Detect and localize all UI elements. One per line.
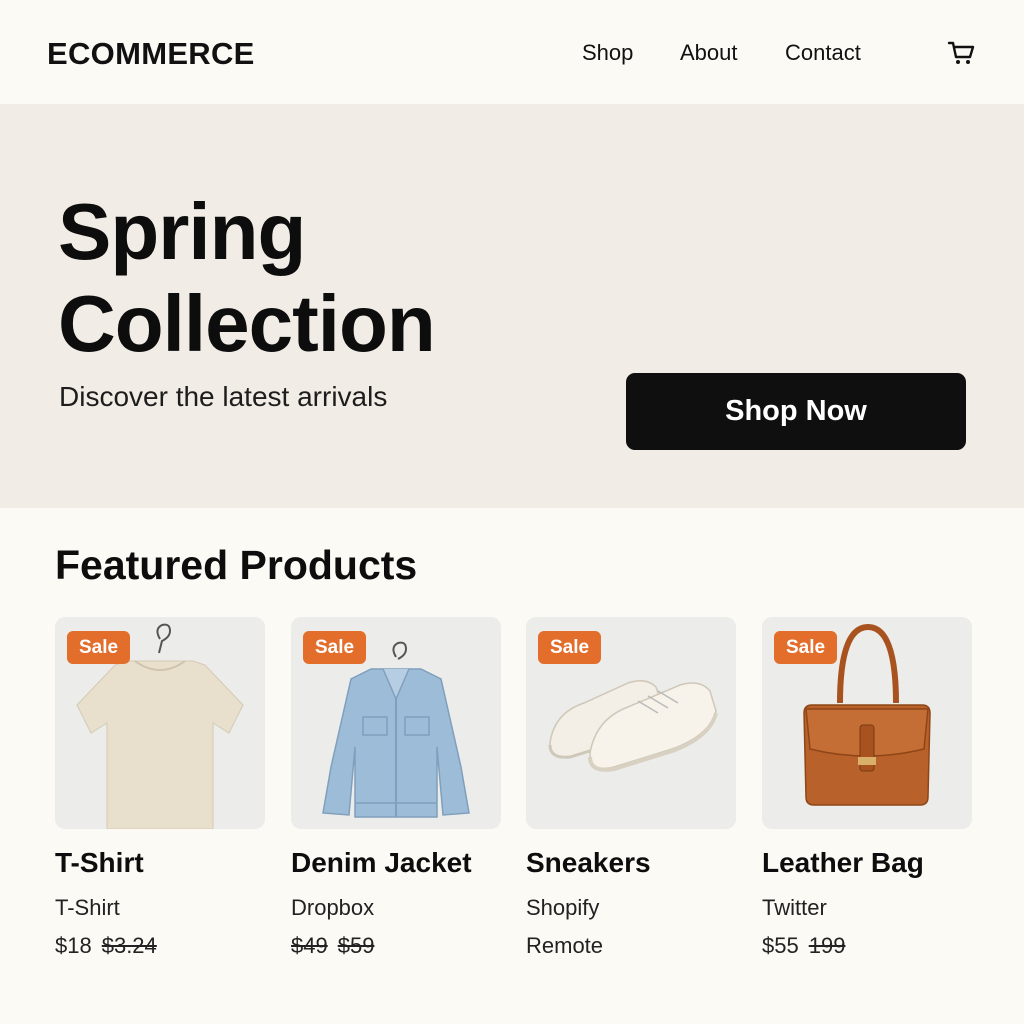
product-extra-text: Remote [526, 933, 604, 958]
product-price: $49 [291, 933, 328, 958]
sale-badge: Sale [774, 631, 838, 664]
product-name[interactable]: T-Shirt [55, 847, 144, 879]
product-price-row: $49 $59 [291, 933, 374, 959]
sale-badge: Sale [67, 631, 131, 664]
product-price: $18 [55, 933, 92, 958]
shopping-cart-icon[interactable] [947, 38, 977, 68]
t-shirt-image[interactable]: Sale [55, 617, 265, 829]
product-price-row: $18 $3.24 [55, 933, 157, 959]
hero-title: Spring Collection [58, 186, 436, 370]
product-card-leather-bag[interactable]: Sale Leather Bag Twitter $55 199 [762, 617, 972, 958]
shop-now-button[interactable]: Shop Now [626, 373, 966, 450]
featured-products-title: Featured Products [55, 542, 418, 588]
hero-title-line-2: Collection [58, 279, 436, 368]
sale-badge: Sale [538, 631, 602, 664]
hero-banner: Spring Collection Discover the latest ar… [0, 104, 1024, 508]
product-subtitle: Dropbox [291, 895, 375, 920]
product-name[interactable]: Denim Jacket [291, 847, 472, 879]
brand-logo[interactable]: ECOMMERCE [47, 36, 255, 72]
product-card-t-shirt[interactable]: Sale T-Shirt T-Shirt $18 $3.24 [55, 617, 265, 958]
denim-jacket-image[interactable]: Sale [291, 617, 501, 829]
product-price-row: $55 199 [762, 933, 845, 959]
product-old-price: $59 [337, 933, 375, 958]
nav-link-about[interactable]: About [680, 40, 738, 66]
product-subtitle: Shopify [526, 895, 600, 920]
product-card-sneakers[interactable]: Sale Sneakers Shopify Remote [526, 617, 736, 958]
site-header: ECOMMERCE Shop About Contact [0, 0, 1024, 104]
product-card-denim-jacket[interactable]: Sale Denim Jacket Dropbox $49 $59 [291, 617, 501, 958]
hero-subtitle: Discover the latest arrivals [59, 381, 388, 412]
sale-badge: Sale [303, 631, 367, 664]
product-subtitle: Twitter [762, 895, 827, 920]
leather-bag-image[interactable]: Sale [762, 617, 972, 829]
nav-link-contact[interactable]: Contact [785, 40, 861, 66]
product-price: $55 [762, 933, 799, 958]
product-old-price: 199 [808, 933, 846, 958]
hero-title-line-1: Spring [58, 187, 306, 276]
product-name[interactable]: Leather Bag [762, 847, 924, 879]
product-name[interactable]: Sneakers [526, 847, 651, 879]
product-subtitle: T-Shirt [55, 895, 120, 920]
sneakers-image[interactable]: Sale [526, 617, 736, 829]
product-old-price: $3.24 [101, 933, 157, 958]
nav-link-shop[interactable]: Shop [582, 40, 633, 66]
